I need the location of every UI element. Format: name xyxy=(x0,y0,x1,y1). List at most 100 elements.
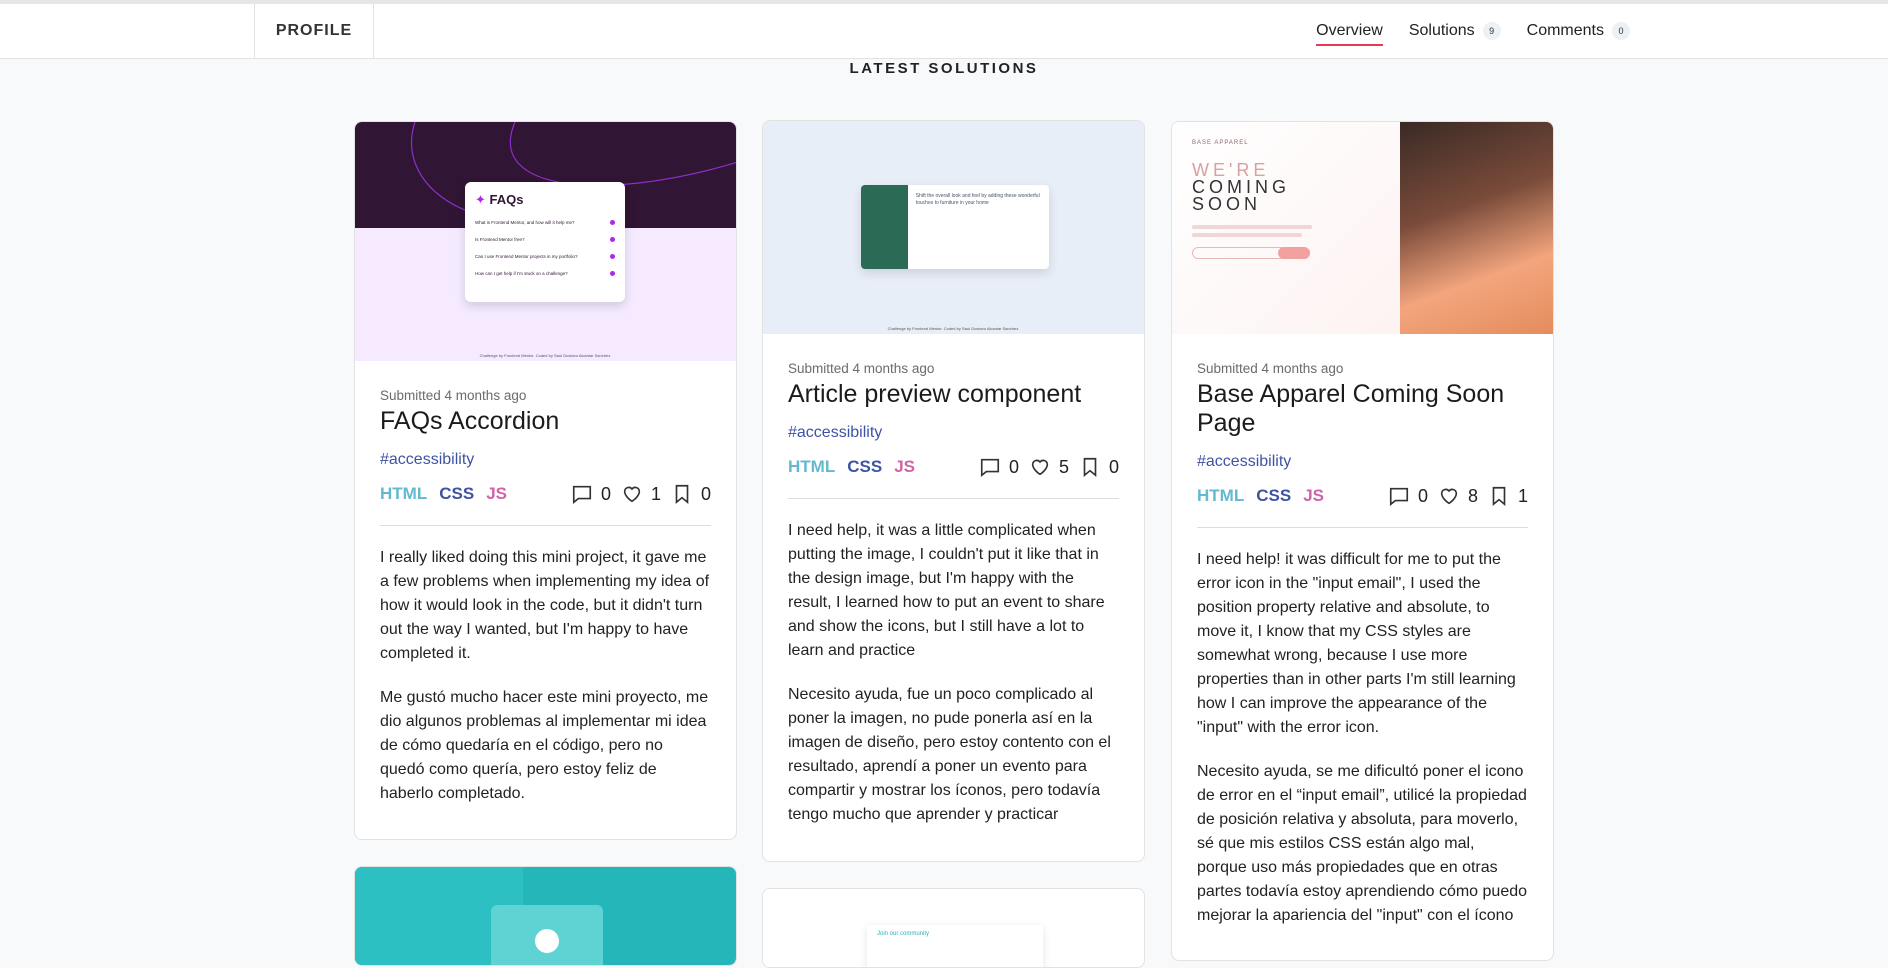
article-preview-card: Shift the overall look and feel by addin… xyxy=(861,185,1049,269)
likes-stat[interactable]: 8 xyxy=(1438,485,1478,507)
section-title: LATEST SOLUTIONS xyxy=(849,60,1039,77)
heart-icon xyxy=(1031,459,1049,476)
challenge-footer: Challenge by Frontend Mentor. Coded by S… xyxy=(479,353,612,358)
submitted-date: Submitted 4 months ago xyxy=(788,361,935,376)
comments-stat[interactable]: 0 xyxy=(571,483,611,505)
heart-icon xyxy=(623,486,641,503)
lang-js: JS xyxy=(1303,486,1324,505)
furniture-image xyxy=(861,185,908,269)
tag-link[interactable]: #accessibility xyxy=(380,451,711,469)
tab-overview[interactable]: Overview xyxy=(1316,4,1383,58)
tab-comments[interactable]: Comments 0 xyxy=(1527,4,1630,58)
like-count: 1 xyxy=(650,483,661,504)
description-paragraph: Me gustó mucho hacer este mini proyecto,… xyxy=(380,689,709,802)
bookmark-icon xyxy=(1492,486,1506,507)
language-list: HTML CSS JS xyxy=(380,484,507,504)
solution-description: I need help! it was difficult for me to … xyxy=(1197,548,1528,928)
description-paragraph: I need help, it was a little complicated… xyxy=(788,522,1105,659)
submitted-date: Submitted 4 months ago xyxy=(380,388,527,403)
comment-icon xyxy=(980,458,1000,477)
plus-icon xyxy=(610,271,615,276)
solution-description: I need help, it was a little complicated… xyxy=(788,519,1119,827)
solution-card[interactable]: Join our community xyxy=(762,888,1145,968)
like-count: 5 xyxy=(1058,456,1069,477)
faq-question: Is Frontend Mentor free? xyxy=(475,237,525,242)
bookmark-icon xyxy=(1083,457,1097,478)
bookmarks-stat[interactable]: 0 xyxy=(1079,456,1119,478)
solution-card[interactable] xyxy=(354,866,737,966)
email-field xyxy=(1192,247,1310,259)
description-paragraph: I really liked doing this mini project, … xyxy=(380,549,710,662)
solution-screenshot[interactable]: Shift the overall look and feel by addin… xyxy=(763,121,1144,334)
article-heading: Shift the overall look and feel by addin… xyxy=(915,193,1040,206)
faq-question: Can I use Frontend Mentor projects in my… xyxy=(475,254,578,259)
hero-text xyxy=(1192,225,1312,229)
bookmarks-stat[interactable]: 0 xyxy=(671,483,711,505)
challenge-footer: Challenge by Frontend Mentor. Coded by S… xyxy=(887,326,1020,331)
profile-nav: Overview Solutions 9 Comments 0 xyxy=(1316,4,1630,58)
solution-card[interactable]: Shift the overall look and feel by addin… xyxy=(762,120,1145,862)
comment-count: 0 xyxy=(600,483,611,504)
solution-screenshot[interactable]: ✦ FAQs What is Frontend Mentor, and how … xyxy=(355,122,736,361)
comments-stat[interactable]: 0 xyxy=(979,456,1019,478)
submitted-date: Submitted 4 months ago xyxy=(1197,361,1344,376)
heart-icon xyxy=(1440,488,1458,505)
solution-card[interactable]: ✦ FAQs What is Frontend Mentor, and how … xyxy=(354,121,737,840)
comments-stat[interactable]: 0 xyxy=(1388,485,1428,507)
lang-html: HTML xyxy=(1197,486,1245,505)
faq-question: What is Frontend Mentor, and how will it… xyxy=(475,220,575,225)
solution-title[interactable]: FAQs Accordion xyxy=(380,407,711,436)
comment-count: 0 xyxy=(1008,456,1019,477)
avatar xyxy=(535,929,559,953)
description-paragraph: I need help! it was difficult for me to … xyxy=(1197,551,1516,736)
lang-js: JS xyxy=(486,484,507,503)
bookmark-count: 0 xyxy=(700,483,711,504)
lang-css: CSS xyxy=(847,457,883,476)
coming-soon-preview: BASE APPAREL WE'RE COMING SOON xyxy=(1192,140,1382,259)
bookmark-count: 1 xyxy=(1517,485,1528,506)
solution-screenshot[interactable]: Join our community xyxy=(763,889,1144,967)
community-heading: Join our community xyxy=(877,931,930,937)
submit-button xyxy=(1278,247,1310,259)
solution-card[interactable]: BASE APPAREL WE'RE COMING SOON Submitted… xyxy=(1171,121,1554,961)
bookmark-icon xyxy=(675,484,689,505)
model-photo xyxy=(1400,122,1553,334)
solutions-count-badge: 9 xyxy=(1482,22,1501,40)
lang-html: HTML xyxy=(380,484,428,503)
lang-css: CSS xyxy=(439,484,475,503)
language-list: HTML CSS JS xyxy=(1197,486,1324,506)
solution-description: I really liked doing this mini project, … xyxy=(380,546,711,806)
plus-icon xyxy=(610,220,615,225)
profile-tab[interactable]: PROFILE xyxy=(254,4,374,58)
solution-title[interactable]: Base Apparel Coming Soon Page xyxy=(1197,380,1528,438)
plus-icon xyxy=(610,254,615,259)
plus-icon xyxy=(610,237,615,242)
faq-question: How can I get help if I'm stuck on a cha… xyxy=(475,271,568,276)
faq-preview-card: ✦ FAQs What is Frontend Mentor, and how … xyxy=(465,182,625,302)
language-list: HTML CSS JS xyxy=(788,457,915,477)
tag-link[interactable]: #accessibility xyxy=(788,424,1119,442)
description-paragraph: Necesito ayuda, se me dificultó poner el… xyxy=(1197,763,1528,924)
likes-stat[interactable]: 1 xyxy=(621,483,661,505)
solution-screenshot[interactable]: BASE APPAREL WE'RE COMING SOON xyxy=(1172,122,1553,334)
brand-logo: BASE APPAREL xyxy=(1192,140,1249,146)
comment-count: 0 xyxy=(1417,485,1428,506)
profile-header: PROFILE Overview Solutions 9 Comments 0 xyxy=(0,0,1888,59)
tab-solutions-label: Solutions xyxy=(1408,22,1475,39)
faq-heading: FAQs xyxy=(489,192,524,207)
likes-stat[interactable]: 5 xyxy=(1029,456,1069,478)
solution-screenshot[interactable] xyxy=(355,867,736,965)
solution-title[interactable]: Article preview component xyxy=(788,380,1119,409)
tag-link[interactable]: #accessibility xyxy=(1197,453,1528,471)
description-paragraph: Necesito ayuda, fue un poco complicado a… xyxy=(788,686,1111,823)
community-preview-card: Join our community xyxy=(867,925,1043,967)
comment-icon xyxy=(572,485,592,504)
lang-css: CSS xyxy=(1256,486,1292,505)
tab-solutions[interactable]: Solutions 9 xyxy=(1409,4,1501,58)
hero-text xyxy=(1192,233,1302,237)
bookmark-count: 0 xyxy=(1108,456,1119,477)
tab-overview-label: Overview xyxy=(1316,22,1383,39)
profile-preview-card xyxy=(491,905,603,965)
bookmarks-stat[interactable]: 1 xyxy=(1488,485,1528,507)
like-count: 8 xyxy=(1467,485,1478,506)
